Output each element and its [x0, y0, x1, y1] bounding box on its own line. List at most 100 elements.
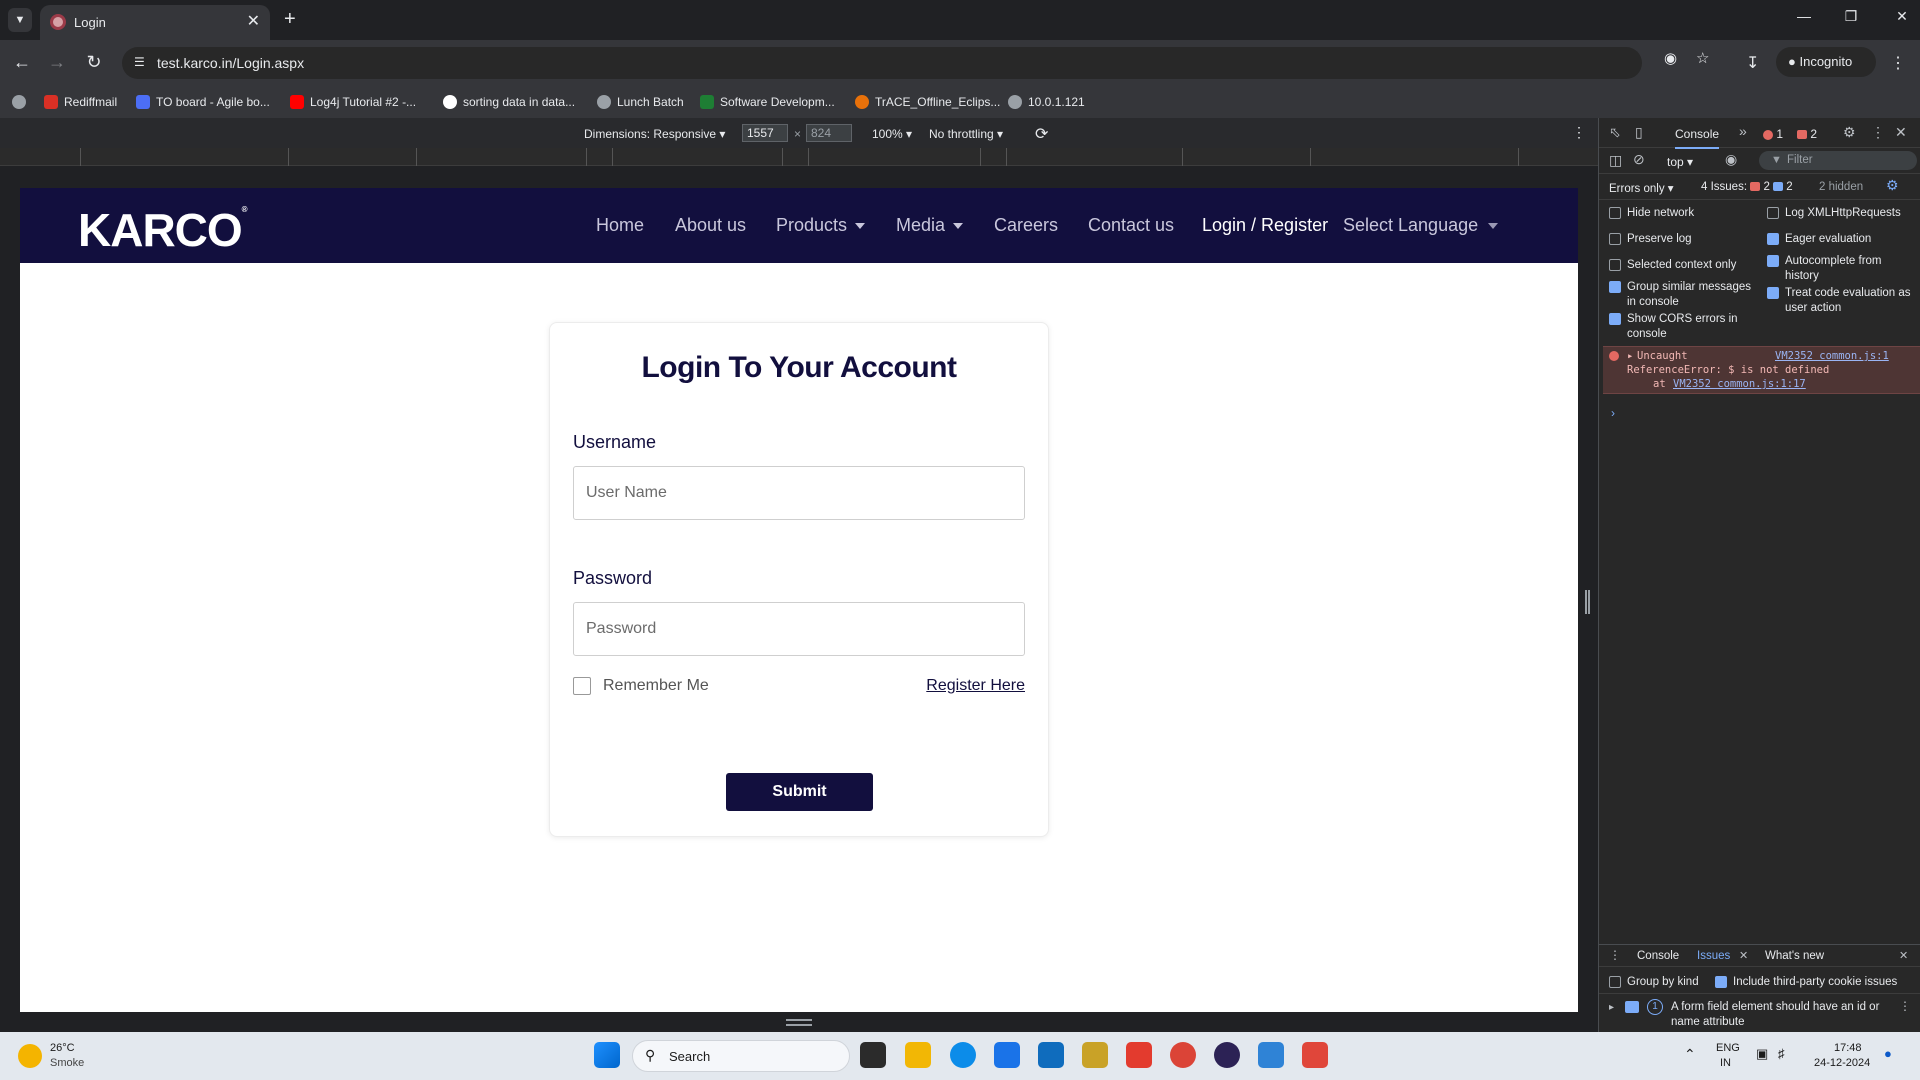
option-group-by-kind[interactable]: Group by kind — [1609, 975, 1699, 990]
language-select[interactable]: Select Language — [1343, 215, 1499, 236]
option-selected-context[interactable]: Selected context only — [1609, 258, 1759, 273]
bookmark-item[interactable]: TO board - Agile bo... — [136, 92, 270, 112]
notification-bell-icon[interactable]: ● — [1884, 1046, 1892, 1061]
console-settings-gear-icon[interactable]: ⚙ — [1886, 177, 1899, 194]
taskbar-search[interactable]: ⚲ Search — [632, 1040, 850, 1072]
option-group-similar[interactable]: Group similar messages in console — [1609, 280, 1759, 310]
viewport-side-resize-handle[interactable] — [1585, 590, 1590, 614]
nav-about-us[interactable]: About us — [675, 215, 746, 236]
forward-button[interactable]: → — [45, 52, 69, 73]
viewport-resize-handle[interactable] — [786, 1019, 812, 1026]
bookmark-item[interactable]: Log4j Tutorial #2 -... — [290, 92, 416, 112]
eye-slash-icon[interactable]: ◉ — [1664, 49, 1677, 67]
more-tabs-icon[interactable]: » — [1739, 123, 1747, 139]
notepad-icon[interactable] — [1258, 1042, 1284, 1068]
checkbox[interactable] — [1609, 233, 1621, 245]
chrome-icon[interactable] — [1170, 1042, 1196, 1068]
wps-office-icon[interactable] — [1126, 1042, 1152, 1068]
remember-me[interactable]: Remember Me — [573, 677, 709, 695]
option-hide-network[interactable]: Hide network — [1609, 206, 1759, 221]
site-info-icon[interactable]: ☰ — [134, 55, 145, 69]
devtools-close-icon[interactable]: ✕ — [1895, 124, 1907, 141]
option-log-xhr[interactable]: Log XMLHttpRequests — [1767, 206, 1917, 221]
zoom-dropdown[interactable]: 100% ▾ — [872, 127, 912, 141]
task-view-icon[interactable] — [860, 1042, 886, 1068]
live-expression-eye-icon[interactable]: ◉ — [1725, 151, 1737, 168]
minimize-button[interactable]: — — [1789, 8, 1819, 24]
clock-time[interactable]: 17:48 — [1834, 1042, 1862, 1054]
close-window-button[interactable]: ✕ — [1887, 8, 1917, 25]
bookmark-item[interactable]: Lunch Batch — [597, 92, 684, 112]
checkbox[interactable] — [1609, 207, 1621, 219]
username-input[interactable] — [573, 466, 1025, 520]
nav-careers[interactable]: Careers — [994, 215, 1058, 236]
drawer-tab-close-icon[interactable]: ✕ — [1739, 949, 1748, 962]
viewport-height-input[interactable]: 824 — [806, 124, 852, 142]
sidebar-toggle-icon[interactable]: ◫ — [1609, 152, 1622, 169]
error-source-link[interactable]: VM2352 common.js:1 — [1775, 350, 1889, 362]
file-explorer-icon[interactable] — [905, 1042, 931, 1068]
issue-row[interactable]: ▸ 1 A form field element should have an … — [1599, 993, 1920, 1033]
apps-icon[interactable] — [12, 92, 26, 112]
address-bar[interactable]: ☰ test.karco.in/Login.aspx — [122, 47, 1642, 79]
throttling-dropdown[interactable]: No throttling ▾ — [929, 127, 1003, 141]
drawer-tab-whats-new[interactable]: What's new — [1765, 950, 1824, 962]
expand-triangle-icon[interactable]: ▸ — [1627, 350, 1633, 362]
url-text[interactable]: test.karco.in/Login.aspx — [157, 55, 304, 71]
edge-icon[interactable] — [950, 1042, 976, 1068]
error-stack-link[interactable]: VM2352 common.js:1:17 — [1673, 378, 1806, 390]
tab-close-icon[interactable]: ✕ — [247, 11, 260, 31]
context-selector[interactable]: top ▾ — [1667, 155, 1693, 169]
password-input[interactable] — [573, 602, 1025, 656]
viewport-width-input[interactable]: 1557 — [742, 124, 788, 142]
console-prompt-icon[interactable]: › — [1611, 406, 1615, 420]
checkbox-checked[interactable] — [1767, 233, 1779, 245]
device-toggle-icon[interactable]: ▯ — [1635, 124, 1643, 141]
console-filter-input[interactable]: ▼ Filter — [1759, 151, 1917, 170]
checkbox-checked[interactable] — [1609, 281, 1621, 293]
submit-button[interactable]: Submit — [726, 773, 873, 811]
input-language-line1[interactable]: ENG — [1716, 1042, 1740, 1054]
nav-login-register[interactable]: Login / Register — [1202, 215, 1328, 236]
bookmark-star-icon[interactable]: ☆ — [1696, 49, 1709, 67]
show-hidden-icons-icon[interactable]: ⌃ — [1684, 1046, 1696, 1063]
app-icon[interactable] — [1082, 1042, 1108, 1068]
device-toolbar-menu-icon[interactable]: ⋮ — [1572, 124, 1586, 141]
checkbox[interactable] — [1767, 207, 1779, 219]
bookmark-item[interactable]: Software Developm... — [700, 92, 835, 112]
input-language-line2[interactable]: IN — [1720, 1057, 1731, 1069]
download-icon[interactable]: ↧ — [1746, 53, 1759, 73]
nav-media[interactable]: Media — [896, 215, 964, 236]
console-error-message[interactable]: ▸ Uncaught VM2352 common.js:1 ReferenceE… — [1603, 346, 1920, 394]
option-treat-code-eval[interactable]: Treat code evaluation as user action — [1767, 286, 1917, 316]
issue-menu-icon[interactable]: ⋮ — [1899, 999, 1911, 1013]
drawer-close-icon[interactable]: ✕ — [1899, 949, 1908, 962]
volume-muted-icon[interactable]: ♯ — [1778, 1046, 1785, 1061]
option-eager-evaluation[interactable]: Eager evaluation — [1767, 232, 1917, 247]
new-tab-button[interactable]: + — [284, 8, 296, 31]
warning-counter[interactable]: 2 — [1797, 127, 1817, 141]
remember-me-checkbox[interactable] — [573, 677, 591, 695]
bookmark-item[interactable]: 10.0.1.121 — [1008, 92, 1085, 112]
nav-products[interactable]: Products — [776, 215, 866, 236]
register-here-link[interactable]: Register Here — [926, 677, 1025, 695]
checkbox[interactable] — [1609, 259, 1621, 271]
incognito-badge[interactable]: ● Incognito — [1776, 47, 1876, 77]
browser-menu-icon[interactable]: ⋮ — [1890, 53, 1906, 73]
network-icon[interactable]: ▣ — [1756, 1046, 1768, 1062]
devtools-menu-icon[interactable]: ⋮ — [1871, 124, 1885, 141]
tab-login[interactable]: Login ✕ — [40, 5, 270, 40]
drawer-tab-console[interactable]: Console — [1637, 950, 1679, 962]
eclipse-icon[interactable] — [1214, 1042, 1240, 1068]
reload-button[interactable]: ↻ — [82, 52, 106, 73]
option-show-cors[interactable]: Show CORS errors in console — [1609, 312, 1759, 342]
drawer-tab-issues[interactable]: Issues — [1697, 950, 1730, 962]
restore-button[interactable]: ❐ — [1836, 8, 1866, 25]
drawer-menu-icon[interactable]: ⋮ — [1609, 948, 1621, 962]
issues-count[interactable]: 4 Issues: 2 2 — [1701, 181, 1793, 193]
checkbox-checked[interactable] — [1767, 255, 1779, 267]
checkbox-checked[interactable] — [1715, 976, 1727, 988]
inspect-element-icon[interactable]: ⬁ — [1609, 124, 1621, 141]
back-button[interactable]: ← — [10, 52, 34, 73]
option-autocomplete[interactable]: Autocomplete from history — [1767, 254, 1917, 284]
